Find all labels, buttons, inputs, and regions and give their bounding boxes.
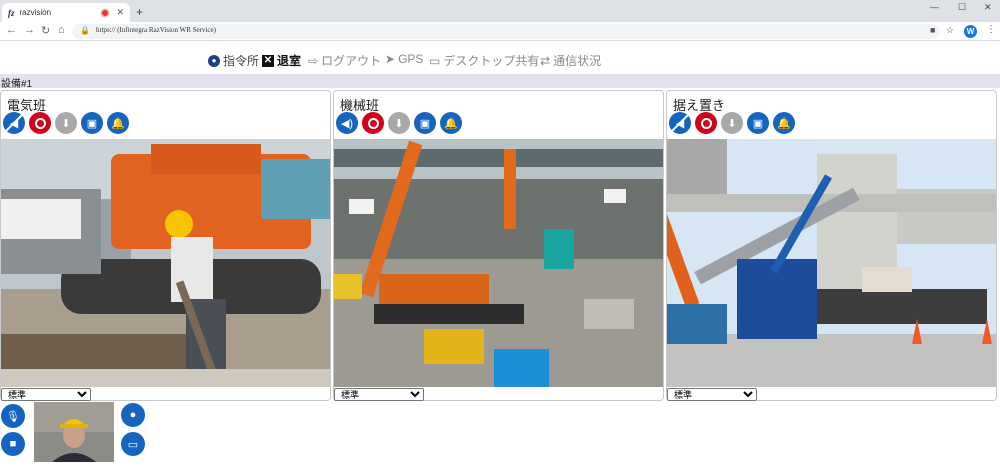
video-feed-electric[interactable] bbox=[1, 139, 330, 387]
nav-gps[interactable]: ➤ GPS bbox=[385, 52, 423, 66]
nav-logout[interactable]: ⇨ ログアウト bbox=[308, 52, 381, 69]
reload-icon[interactable]: ↻ bbox=[41, 24, 50, 37]
recording-indicator-icon bbox=[102, 9, 109, 16]
screen-share-button[interactable]: ▭ bbox=[121, 432, 145, 456]
speaker-button[interactable]: ◀) bbox=[336, 112, 358, 134]
bookmark-star-icon[interactable]: ☆ bbox=[946, 25, 954, 36]
user-circle-icon: ● bbox=[208, 54, 220, 67]
new-tab-button[interactable]: + bbox=[136, 5, 143, 19]
quality-select[interactable]: 標準 bbox=[334, 388, 424, 401]
download-icon: ⬇ bbox=[394, 117, 404, 130]
camera-panel-machinery: 機械班 ◀) ⬇ ▣ 🔔 標準 bbox=[333, 90, 664, 401]
alert-button[interactable]: 🔔 bbox=[773, 112, 795, 134]
camera-status-icon[interactable]: ■ bbox=[930, 25, 935, 35]
nav-connection-status[interactable]: ⇄ 通信状況 bbox=[540, 52, 601, 69]
close-window-icon[interactable]: ✕ bbox=[984, 2, 992, 13]
camera-icon: ▣ bbox=[752, 117, 764, 130]
url-field[interactable]: 🔒 https:// (Infintegra RazVision WR Serv… bbox=[72, 24, 954, 39]
video-feed-machinery[interactable] bbox=[334, 139, 663, 387]
nav-label: 退室 bbox=[277, 54, 302, 68]
bell-icon: 🔔 bbox=[111, 117, 125, 130]
panel-controls: ◀) ⬇ ▣ 🔔 bbox=[336, 112, 462, 136]
snapshot-button[interactable]: ▣ bbox=[81, 112, 103, 134]
address-bar-row: ← → ↻ ⌂ 🔒 https:// (Infintegra RazVision… bbox=[0, 22, 1000, 41]
bell-icon: 🔔 bbox=[777, 117, 791, 130]
chat-button[interactable]: ● bbox=[121, 403, 145, 427]
camera-icon: ▣ bbox=[86, 117, 98, 130]
browser-menu-icon[interactable]: ⋮ bbox=[986, 24, 996, 35]
microphone-button[interactable]: 🎙 bbox=[1, 404, 25, 428]
close-tab-button[interactable]: ✕ bbox=[116, 7, 124, 18]
chat-bubble-icon: ● bbox=[129, 409, 137, 421]
download-button[interactable]: ⬇ bbox=[55, 112, 77, 134]
speaker-muted-button[interactable]: ◀ bbox=[3, 112, 25, 134]
microphone-icon: 🎙 bbox=[6, 410, 20, 423]
record-button[interactable] bbox=[362, 112, 384, 134]
profile-avatar[interactable]: W bbox=[964, 25, 977, 38]
close-box-icon: ✕ bbox=[262, 54, 274, 67]
speaker-muted-button[interactable]: ◀ bbox=[669, 112, 691, 134]
download-icon: ⬇ bbox=[727, 117, 737, 130]
video-camera-icon: ■ bbox=[9, 438, 17, 450]
record-button[interactable] bbox=[29, 112, 51, 134]
camera-panel-stationary: 据え置き ◀ ⬇ ▣ 🔔 標準 bbox=[666, 90, 997, 401]
url-text: https:// (Infintegra RazVision WR Servic… bbox=[96, 26, 216, 34]
quality-select[interactable]: 標準 bbox=[1, 388, 91, 401]
lock-icon: 🔒 bbox=[80, 26, 90, 35]
record-icon bbox=[367, 117, 379, 129]
nav-label: 通信状況 bbox=[553, 54, 602, 68]
alert-button[interactable]: 🔔 bbox=[440, 112, 462, 134]
camera-panel-electric: 電気班 ◀ ⬇ ▣ 🔔 標準 bbox=[0, 90, 331, 401]
browser-tab[interactable]: fz razvision ✕ bbox=[2, 3, 130, 22]
snapshot-button[interactable]: ▣ bbox=[747, 112, 769, 134]
download-icon: ⬇ bbox=[61, 117, 71, 130]
record-icon bbox=[34, 117, 46, 129]
nav-desktop-share[interactable]: ▭ デスクトップ共有 bbox=[429, 52, 539, 69]
tab-title: razvision bbox=[19, 8, 52, 17]
quality-select[interactable]: 標準 bbox=[667, 388, 757, 401]
desktop-icon: ▭ bbox=[429, 53, 441, 68]
self-view-video bbox=[34, 402, 114, 462]
record-icon bbox=[700, 117, 712, 129]
nav-command-post[interactable]: ● 指令所 bbox=[208, 52, 259, 69]
facility-label: 設備#1 bbox=[1, 79, 33, 90]
snapshot-button[interactable]: ▣ bbox=[414, 112, 436, 134]
panel-controls: ◀ ⬇ ▣ 🔔 bbox=[669, 112, 795, 136]
nav-leave-room[interactable]: ✕ 退室 bbox=[262, 52, 301, 69]
video-feed-stationary[interactable] bbox=[667, 139, 996, 387]
screen-icon: ▭ bbox=[127, 438, 139, 451]
app-nav: ● 指令所 ✕ 退室 ⇨ ログアウト ➤ GPS ▭ デスクトップ共有 ⇄ 通信… bbox=[0, 44, 1000, 74]
nav-label: 指令所 bbox=[223, 54, 260, 68]
forward-icon[interactable]: → bbox=[24, 24, 35, 36]
nav-label: ログアウト bbox=[321, 54, 382, 68]
camera-icon: ▣ bbox=[419, 117, 431, 130]
alert-button[interactable]: 🔔 bbox=[107, 112, 129, 134]
record-button[interactable] bbox=[695, 112, 717, 134]
facility-bar: 設備#1 bbox=[0, 74, 1000, 90]
nav-label: デスクトップ共有 bbox=[443, 54, 540, 68]
bell-icon: 🔔 bbox=[444, 117, 458, 130]
download-button[interactable]: ⬇ bbox=[721, 112, 743, 134]
location-arrow-icon: ➤ bbox=[385, 52, 396, 66]
back-icon[interactable]: ← bbox=[6, 24, 17, 36]
logout-icon: ⇨ bbox=[308, 53, 319, 68]
exchange-icon: ⇄ bbox=[540, 53, 551, 68]
video-camera-button[interactable]: ■ bbox=[1, 432, 25, 456]
download-button[interactable]: ⬇ bbox=[388, 112, 410, 134]
nav-label: GPS bbox=[398, 52, 424, 66]
browser-tab-bar: fz razvision ✕ + — ☐ ✕ bbox=[0, 0, 1000, 22]
home-icon[interactable]: ⌂ bbox=[58, 24, 65, 36]
speaker-icon: ◀) bbox=[340, 117, 354, 130]
minimize-icon[interactable]: — bbox=[930, 2, 939, 12]
favicon: fz bbox=[8, 7, 15, 18]
panel-controls: ◀ ⬇ ▣ 🔔 bbox=[3, 112, 129, 136]
maximize-icon[interactable]: ☐ bbox=[958, 2, 966, 13]
